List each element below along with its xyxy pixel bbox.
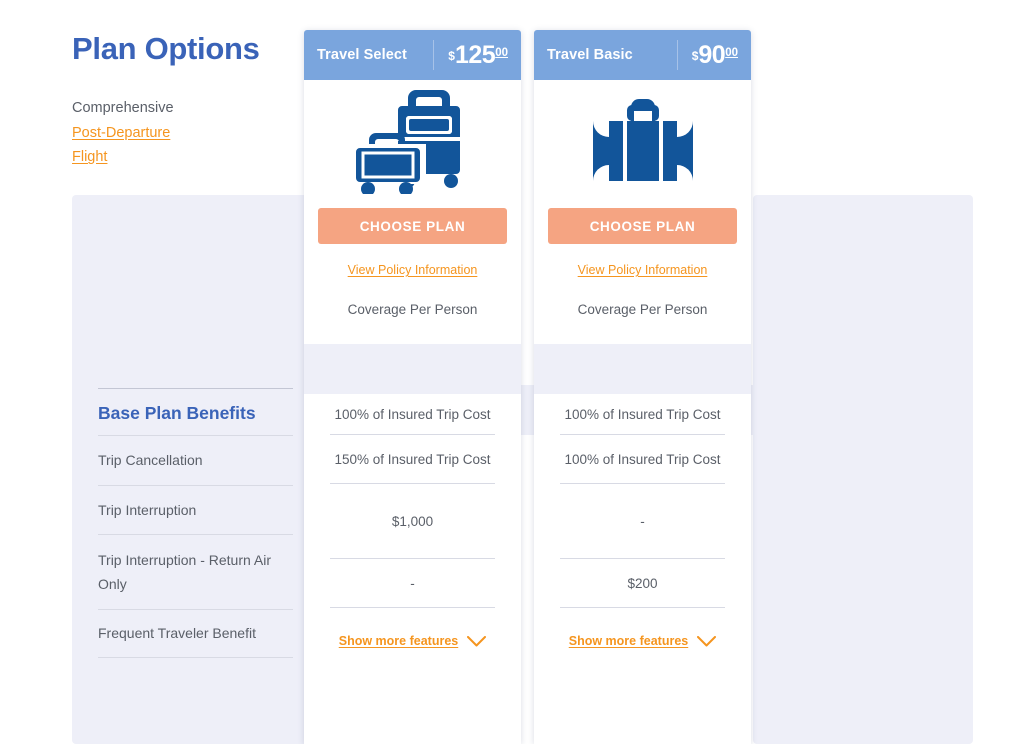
plan-value-trip-cancellation: 100% of Insured Trip Cost [330,394,495,435]
coverage-per-person-label: Coverage Per Person [347,302,478,317]
benefit-row-trip-interruption-return-air-only: Trip Interruption - Return Air Only [98,533,293,609]
choose-plan-button[interactable]: CHOOSE PLAN [548,208,737,244]
benefit-label: Trip Cancellation [98,452,203,469]
plan-value-trip-interruption: 100% of Insured Trip Cost [560,435,725,484]
price-whole: 90 [698,40,726,69]
currency-symbol: $ [691,48,699,63]
plan-type-list: Comprehensive Post-Departure Flight [72,96,302,170]
plan-options-page: Plan Options Comprehensive Post-Departur… [0,0,1019,744]
price-cents: 00 [495,46,508,59]
right-background-panel [753,195,973,744]
chevron-down-icon [697,635,717,647]
benefit-label: Frequent Traveler Benefit [98,625,256,642]
plan-value-return-air-only: $1,000 [330,484,495,559]
view-policy-information-link[interactable]: View Policy Information [534,263,751,277]
coverage-per-person-label: Coverage Per Person [577,302,708,317]
benefits-band-spacer [534,344,751,394]
plan-card-travel-basic[interactable]: Travel Basic $ 90 00 CHOOSE PLAN View Po… [534,30,751,744]
chevron-down-icon [467,635,487,647]
show-more-features-toggle[interactable]: Show more features [304,634,521,648]
plan-card-header: Travel Select $ 125 00 [304,30,521,80]
benefit-row-trip-cancellation: Trip Cancellation [98,434,293,485]
benefit-row-trip-interruption: Trip Interruption [98,484,293,534]
single-suitcase-icon [534,82,751,197]
price-cents: 00 [725,46,738,59]
header-divider [433,40,435,70]
plan-card-travel-select[interactable]: Travel Select $ 125 00 CHOOSE PLAN View … [304,30,521,744]
plan-value-return-air-only: - [560,484,725,559]
benefits-band-spacer [304,344,521,394]
show-more-features-toggle[interactable]: Show more features [534,634,751,648]
plan-type-comprehensive: Comprehensive [72,100,174,117]
plan-name: Travel Basic [547,47,633,63]
show-more-features-label: Show more features [338,634,459,648]
benefit-label: Trip Interruption - Return Air Only [98,551,271,592]
plan-price: $ 125 00 [440,40,508,69]
two-suitcases-icon [304,82,521,197]
choose-plan-button[interactable]: CHOOSE PLAN [318,208,507,244]
plan-value-frequent-traveler: - [330,559,495,608]
view-policy-information-link[interactable]: View Policy Information [304,263,521,277]
plan-type-flight[interactable]: Flight [72,145,302,170]
benefit-row-frequent-traveler-benefit: Frequent Traveler Benefit [98,608,293,658]
plan-name: Travel Select [317,47,407,63]
show-more-features-label: Show more features [568,634,689,648]
plan-value-trip-interruption: 150% of Insured Trip Cost [330,435,495,484]
currency-symbol: $ [448,48,455,63]
price-whole: 125 [454,40,496,69]
plan-value-frequent-traveler: $200 [560,559,725,608]
plan-price: $ 90 00 [684,40,738,69]
plan-type-post-departure[interactable]: Post-Departure [72,121,302,146]
plan-card-header: Travel Basic $ 90 00 [534,30,751,80]
benefits-heading: Base Plan Benefits [98,388,293,435]
benefits-column: Base Plan Benefits Trip Cancellation Tri… [98,388,293,658]
plan-value-trip-cancellation: 100% of Insured Trip Cost [560,394,725,435]
header-divider [676,40,678,70]
page-title: Plan Options [72,31,260,66]
benefit-label: Trip Interruption [98,501,197,518]
page-header: Plan Options Comprehensive Post-Departur… [72,30,302,170]
